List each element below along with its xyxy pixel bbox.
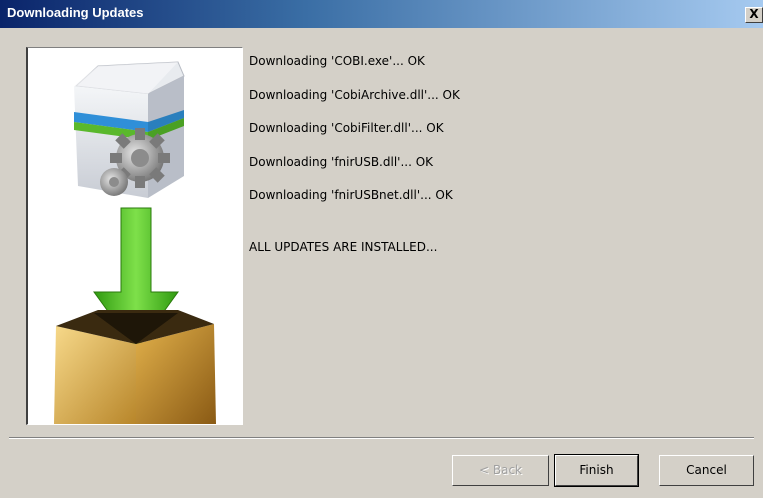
- title-bar: Downloading Updates X: [0, 0, 763, 28]
- log-line: Downloading 'CobiFilter.dll'... OK: [249, 121, 444, 135]
- log-line: Downloading 'CobiArchive.dll'... OK: [249, 88, 460, 102]
- log-line: Downloading 'COBI.exe'... OK: [249, 54, 425, 68]
- back-button[interactable]: < Back: [452, 455, 549, 486]
- close-button[interactable]: X: [745, 7, 763, 23]
- button-separator: [9, 437, 754, 439]
- software-box-download-icon: [54, 61, 216, 424]
- install-status: ALL UPDATES ARE INSTALLED...: [249, 240, 438, 254]
- cancel-button[interactable]: Cancel: [659, 455, 754, 486]
- finish-button[interactable]: Finish: [554, 454, 639, 487]
- log-line: Downloading 'fnirUSBnet.dll'... OK: [249, 188, 453, 202]
- window-title: Downloading Updates: [7, 5, 144, 20]
- downloading-updates-dialog: Downloading Updates X Downloading 'COBI.…: [0, 0, 763, 498]
- log-line: Downloading 'fnirUSB.dll'... OK: [249, 155, 434, 169]
- installer-illustration: [26, 47, 243, 425]
